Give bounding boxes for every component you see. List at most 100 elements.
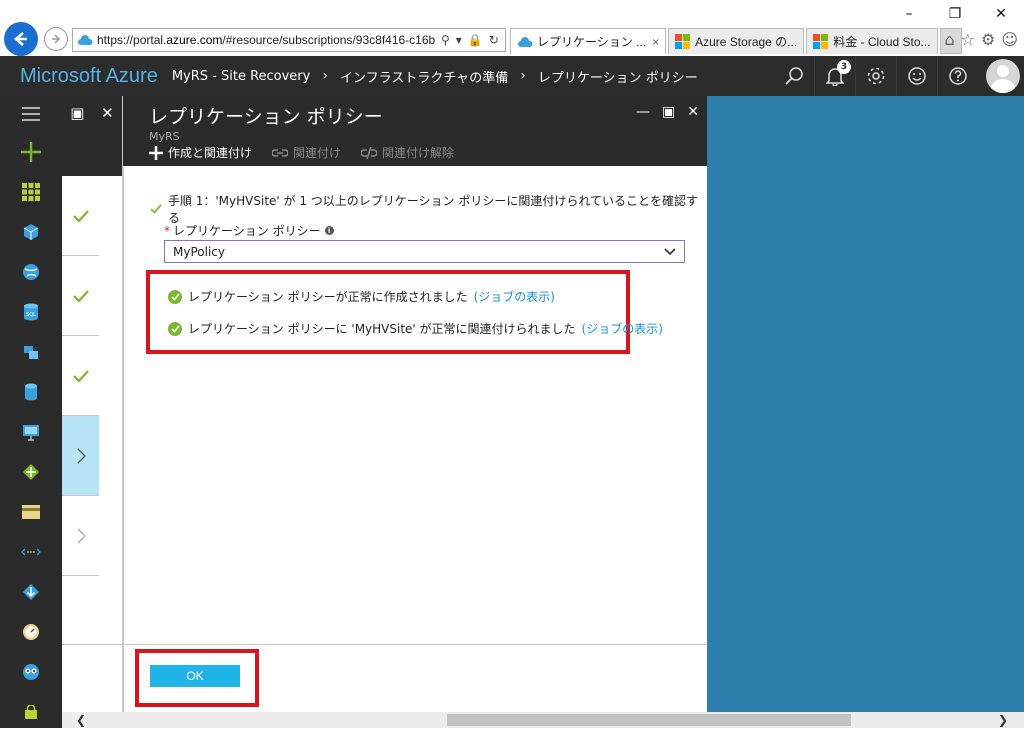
brand-title[interactable]: Microsoft Azure xyxy=(20,65,158,88)
highlight-box xyxy=(146,270,630,354)
forward-button[interactable] xyxy=(44,27,68,51)
resource-groups-nav[interactable] xyxy=(0,212,62,252)
blade-footer: OK xyxy=(123,644,707,714)
help-button[interactable] xyxy=(937,56,978,96)
step-3[interactable] xyxy=(62,336,99,416)
close-icon[interactable]: ✕ xyxy=(101,104,114,122)
minimize-button[interactable]: – xyxy=(886,0,932,28)
maximize-icon[interactable]: ▣ xyxy=(662,104,675,120)
required-asterisk: * xyxy=(164,224,170,238)
site-recovery-nav[interactable] xyxy=(0,572,62,612)
step-1[interactable] xyxy=(62,176,99,256)
storage-nav[interactable] xyxy=(0,372,62,412)
virtual-networks-nav[interactable] xyxy=(0,532,62,572)
blade-title: レプリケーション ポリシー xyxy=(149,106,383,128)
associate-button[interactable]: 関連付け xyxy=(272,144,341,161)
security-nav[interactable] xyxy=(0,692,62,732)
cloud-service-icon xyxy=(24,346,38,359)
checkmark-icon xyxy=(72,209,89,222)
tab-strip: レプリケーション ... × Azure Storage の... 料金 - C… xyxy=(510,28,962,54)
scroll-left-icon[interactable]: ❮ xyxy=(76,713,86,727)
minimize-icon[interactable]: — xyxy=(636,104,650,120)
url-text[interactable]: https://portal.azure.com/#resource/subsc… xyxy=(97,33,437,47)
success-check-icon xyxy=(168,289,182,304)
gear-icon[interactable]: ⚙ xyxy=(981,30,995,49)
svg-text:SQL: SQL xyxy=(26,312,36,318)
smiley-icon[interactable]: ☺ xyxy=(1001,30,1018,49)
close-window-button[interactable]: ✕ xyxy=(978,0,1024,28)
lock-icon xyxy=(25,705,37,719)
lock-icon: 🔒 xyxy=(467,33,483,47)
step-description: 手順 1：'MyHVSite' が 1 つ以上のレプリケーション ポリシーに関連… xyxy=(150,192,707,226)
refresh-icon[interactable]: ↻ xyxy=(489,33,499,47)
maximize-icon[interactable]: ▣ xyxy=(70,104,84,122)
info-icon[interactable]: i xyxy=(324,226,334,235)
back-button[interactable] xyxy=(4,22,38,56)
breadcrumb-item[interactable]: レプリケーション ポリシー xyxy=(538,67,698,86)
view-job-link[interactable]: (ジョブの表示) xyxy=(474,288,555,305)
close-tab-icon[interactable]: × xyxy=(652,35,659,49)
restore-button[interactable]: ❐ xyxy=(932,0,978,28)
tab-label: Azure Storage の... xyxy=(695,35,798,49)
command-bar: 作成と関連付け 関連付け 関連付け解除 xyxy=(149,144,454,161)
breadcrumb-item[interactable]: インフラストラクチャの準備 xyxy=(340,67,508,86)
breadcrumb-item[interactable]: MyRS - Site Recovery xyxy=(172,69,311,84)
chevron-right-icon: › xyxy=(322,68,328,84)
browser-toolbar: ⌂ ☆ ⚙ ☺ xyxy=(944,30,1018,49)
ok-button[interactable]: OK xyxy=(150,665,240,687)
monitor-nav[interactable] xyxy=(0,612,62,652)
cloud-services-nav[interactable] xyxy=(0,332,62,372)
new-resource-button[interactable] xyxy=(0,132,62,172)
address-bar[interactable]: https://portal.azure.com/#resource/subsc… xyxy=(72,28,506,52)
step-4-active[interactable] xyxy=(62,416,99,496)
create-associate-button[interactable]: 作成と関連付け xyxy=(149,144,252,161)
hamburger-menu-button[interactable] xyxy=(0,96,62,132)
diamond-icon xyxy=(23,464,39,480)
gear-icon xyxy=(867,67,885,85)
card-icon xyxy=(22,505,40,519)
search-icon[interactable]: ⚲ xyxy=(441,33,450,47)
avatar[interactable] xyxy=(986,59,1020,93)
feedback-button[interactable] xyxy=(896,56,937,96)
scrollbar-thumb[interactable] xyxy=(447,714,851,726)
plus-icon xyxy=(149,145,163,160)
advisor-nav[interactable] xyxy=(0,652,62,692)
tab-label: レプリケーション ... xyxy=(537,35,647,49)
tab-label: 料金 - Cloud Sto... xyxy=(833,35,931,49)
cloud-icon xyxy=(78,35,93,45)
search-button[interactable] xyxy=(773,56,814,96)
success-check-icon xyxy=(168,321,182,336)
notifications-button[interactable]: 3 xyxy=(814,56,855,96)
policy-field-label: * レプリケーション ポリシー i xyxy=(164,222,334,239)
search-icon xyxy=(784,67,803,85)
load-balancer-nav[interactable] xyxy=(0,452,62,492)
dropdown-icon[interactable]: ▾ xyxy=(456,33,462,47)
settings-button[interactable] xyxy=(855,56,896,96)
checkmark-icon xyxy=(72,289,89,302)
subscriptions-nav[interactable] xyxy=(0,492,62,532)
tab-azure-storage[interactable]: Azure Storage の... xyxy=(668,28,805,54)
plus-icon xyxy=(21,142,41,162)
dashboard-nav[interactable] xyxy=(0,172,62,212)
tab-pricing[interactable]: 料金 - Cloud Sto... xyxy=(806,28,938,54)
dropdown-value: MyPolicy xyxy=(173,244,225,259)
horizontal-scrollbar[interactable]: ❮ ❯ xyxy=(62,712,1024,728)
monitor-icon xyxy=(23,425,39,441)
tab-replication-policy[interactable]: レプリケーション ... × xyxy=(510,28,667,54)
globe-icon xyxy=(23,264,39,280)
step-2[interactable] xyxy=(62,256,99,336)
step-5[interactable] xyxy=(62,496,99,576)
unlink-icon xyxy=(361,146,378,159)
dissociate-button[interactable]: 関連付け解除 xyxy=(361,144,454,161)
scroll-right-icon[interactable]: ❯ xyxy=(998,713,1008,727)
replication-policy-dropdown[interactable]: MyPolicy xyxy=(164,240,685,263)
favorites-star-icon[interactable]: ☆ xyxy=(961,30,975,49)
virtual-machines-nav[interactable] xyxy=(0,412,62,452)
app-services-nav[interactable] xyxy=(0,252,62,292)
sql-nav[interactable]: SQL xyxy=(0,292,62,332)
download-diamond-icon xyxy=(23,584,39,600)
close-icon[interactable]: ✕ xyxy=(687,104,699,120)
view-job-link[interactable]: (ジョブの表示) xyxy=(582,320,663,337)
portal-background xyxy=(707,96,1024,712)
home-icon[interactable]: ⌂ xyxy=(944,30,954,49)
